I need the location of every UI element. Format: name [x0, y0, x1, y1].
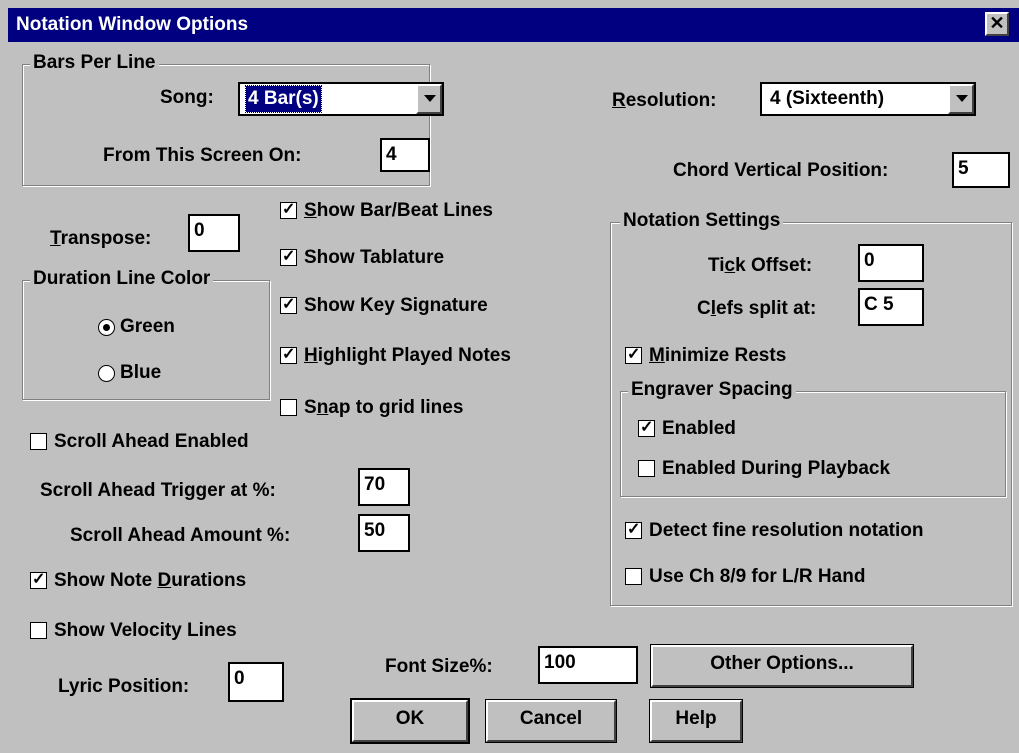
song-bars-value: 4 Bar(s): [245, 85, 322, 113]
song-label: Song:: [160, 87, 214, 108]
font-size-input[interactable]: 100: [538, 646, 638, 684]
checkbox-box[interactable]: [625, 519, 642, 539]
checkbox-box[interactable]: [280, 399, 297, 416]
checkbox-box[interactable]: [280, 294, 297, 314]
checkbox-box[interactable]: [280, 199, 297, 219]
checkbox-box[interactable]: [638, 417, 655, 437]
lyric-position-input[interactable]: 0: [228, 662, 284, 702]
radio-dot[interactable]: [98, 319, 115, 336]
engraver-spacing-legend: Engraver Spacing: [628, 379, 796, 401]
clefs-split-label: Clefs split at:: [697, 298, 817, 319]
resolution-value: 4 (Sixteenth): [770, 88, 885, 109]
radio-dot[interactable]: [98, 365, 115, 382]
from-screen-input[interactable]: 4: [380, 138, 430, 172]
tick-offset-input[interactable]: 0: [858, 244, 924, 282]
ok-button[interactable]: OK: [350, 698, 470, 744]
transpose-input[interactable]: 0: [188, 214, 240, 252]
chord-vertical-input[interactable]: 5: [952, 152, 1010, 188]
checkbox-box[interactable]: [30, 569, 47, 589]
checkbox-box[interactable]: [280, 246, 297, 266]
checkbox-box[interactable]: [638, 460, 655, 477]
checkbox-box[interactable]: [30, 433, 47, 450]
chevron-down-icon[interactable]: [948, 84, 974, 114]
close-icon: ✕: [989, 13, 1005, 33]
chord-vertical-label: Chord Vertical Position:: [673, 160, 889, 181]
scroll-amount-label: Scroll Ahead Amount %:: [70, 525, 291, 546]
resolution-select[interactable]: 4 (Sixteenth): [760, 82, 976, 116]
help-button[interactable]: Help: [649, 699, 743, 743]
transpose-label: Transpose:: [50, 228, 152, 249]
resolution-label: Resolution:: [612, 90, 717, 111]
scroll-amount-input[interactable]: 50: [358, 514, 410, 552]
clefs-split-input[interactable]: C 5: [858, 288, 924, 326]
chevron-down-icon[interactable]: [416, 84, 442, 114]
notation-settings-legend: Notation Settings: [620, 210, 784, 232]
notation-options-dialog: Notation Window Options ✕ Bars Per Line …: [0, 0, 1019, 753]
checkbox-box[interactable]: [625, 344, 642, 364]
close-button[interactable]: ✕: [985, 12, 1009, 36]
cancel-button[interactable]: Cancel: [485, 699, 617, 743]
lyric-position-label: Lyric Position:: [58, 676, 190, 697]
engraver-spacing-group: [620, 391, 1006, 497]
title-bar: Notation Window Options: [8, 8, 1019, 42]
scroll-trigger-input[interactable]: 70: [358, 468, 410, 506]
song-bars-select[interactable]: 4 Bar(s): [238, 82, 444, 116]
font-size-label: Font Size%:: [385, 656, 493, 677]
other-options-button[interactable]: Other Options...: [650, 644, 914, 688]
tick-offset-label: Tick Offset:: [708, 255, 813, 276]
scroll-trigger-label: Scroll Ahead Trigger at %:: [40, 480, 276, 501]
checkbox-box[interactable]: [625, 568, 642, 585]
dialog-title: Notation Window Options: [16, 14, 249, 35]
checkbox-box[interactable]: [30, 622, 47, 639]
checkbox-box[interactable]: [280, 344, 297, 364]
bars-per-line-legend: Bars Per Line: [30, 52, 159, 74]
duration-color-legend: Duration Line Color: [30, 268, 214, 290]
from-screen-label: From This Screen On:: [103, 145, 302, 166]
